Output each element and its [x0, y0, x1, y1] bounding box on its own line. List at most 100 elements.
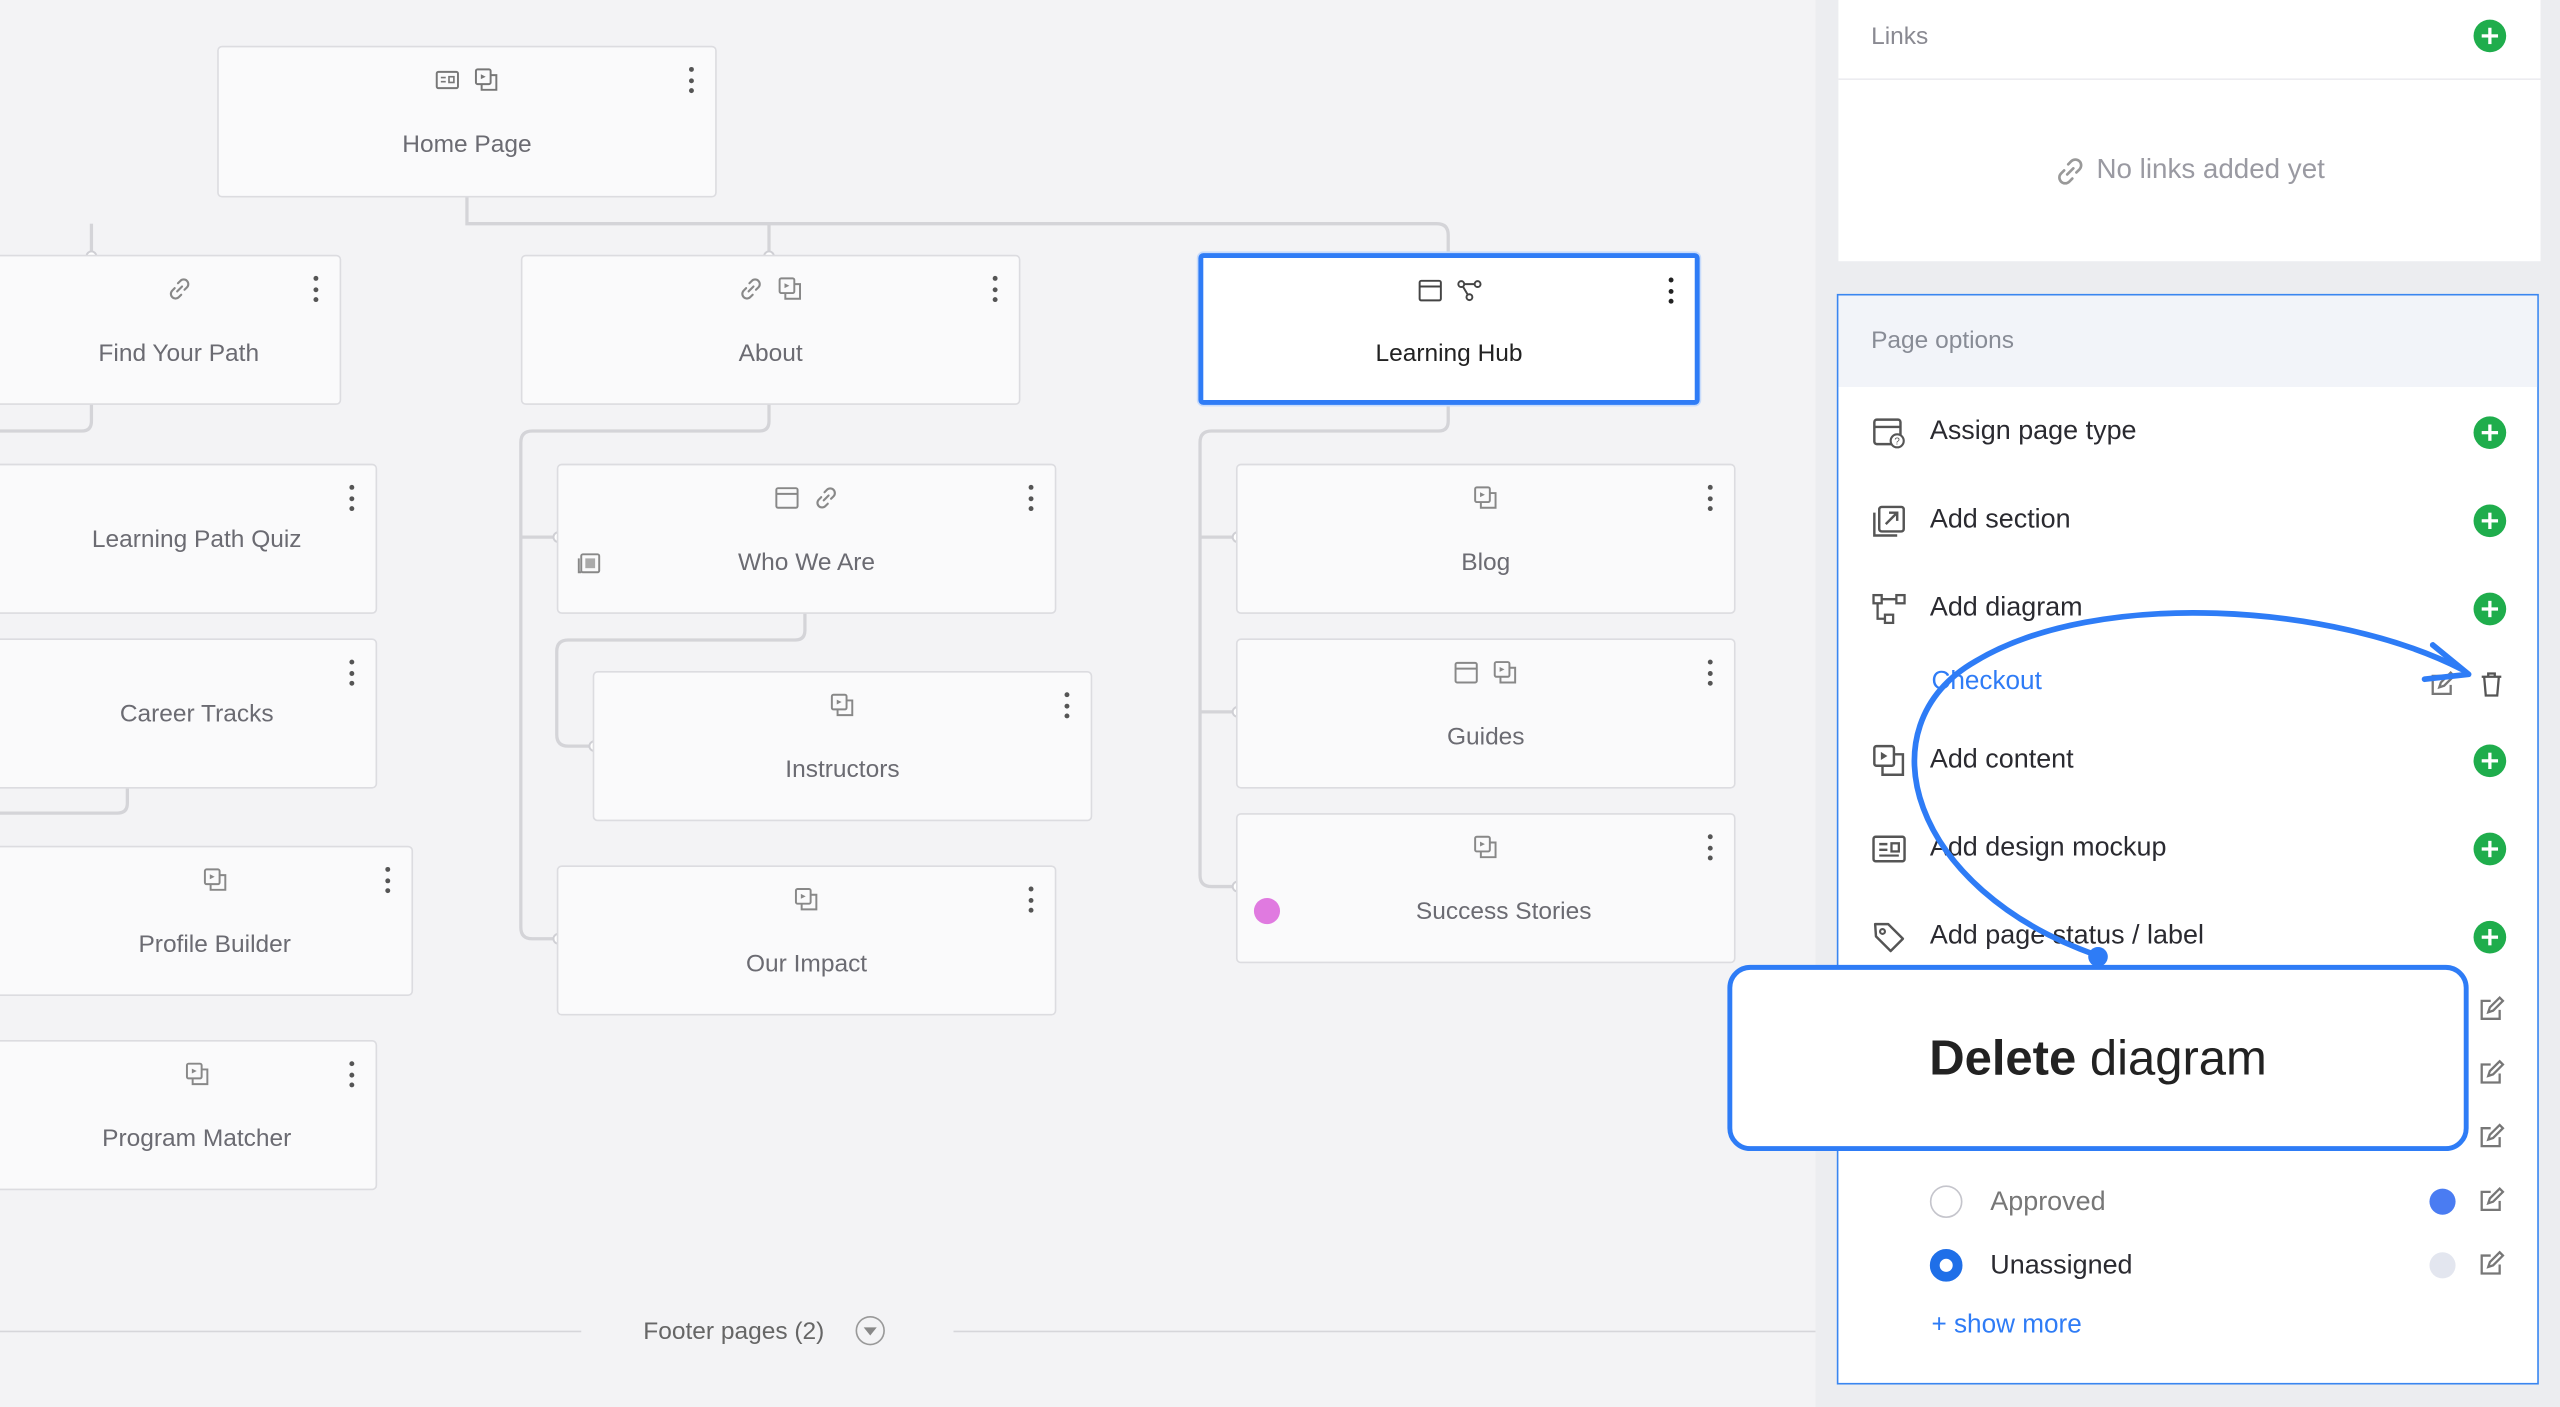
- card-icons: [1238, 660, 1734, 686]
- add-content-row[interactable]: Add content: [1838, 730, 2537, 789]
- add-button[interactable]: [2473, 504, 2507, 538]
- edit-icon[interactable]: [2477, 994, 2506, 1023]
- card-success-stories[interactable]: Success Stories: [1235, 813, 1736, 964]
- page-settings-panel: Links No links added yet Page options ? …: [1815, 0, 2560, 1407]
- card-learning-path-quiz[interactable]: Learning Path Quiz: [0, 463, 378, 614]
- card-who-we-are[interactable]: Who We Are: [556, 463, 1057, 614]
- svg-text:?: ?: [1894, 436, 1900, 447]
- add-design-mockup-row[interactable]: Add design mockup: [1838, 818, 2537, 877]
- callout-bold: Delete: [1929, 1031, 2077, 1086]
- add-button[interactable]: [2473, 416, 2507, 449]
- add-section-row[interactable]: Add section: [1838, 490, 2537, 549]
- edit-icon[interactable]: [2477, 1249, 2506, 1278]
- content-icon: [473, 67, 499, 93]
- content-icon: [1871, 743, 1907, 779]
- card-title: Learning Hub: [1375, 339, 1523, 368]
- add-button[interactable]: [2473, 592, 2507, 626]
- edit-icon[interactable]: [2428, 669, 2457, 698]
- footer-pages-label: Footer pages (2): [643, 1317, 825, 1346]
- card-title: Our Impact: [745, 950, 868, 978]
- footer-pages-toggle[interactable]: Footer pages (2): [0, 1313, 1816, 1352]
- trash-icon[interactable]: [2477, 669, 2506, 698]
- card-menu-icon[interactable]: [1701, 831, 1717, 864]
- page-options-title: Page options: [1871, 326, 2015, 355]
- divider: [953, 1330, 1816, 1333]
- links-empty-state: No links added yet: [1838, 153, 2540, 186]
- chevron-down-icon[interactable]: [855, 1315, 885, 1346]
- sitemap-canvas[interactable]: Home Page Find Your Path Learning Path Q…: [0, 0, 1816, 1407]
- card-menu-icon[interactable]: [1022, 482, 1038, 515]
- edit-icon[interactable]: [2477, 1185, 2506, 1214]
- add-button[interactable]: [2473, 832, 2507, 866]
- option-label: Assign page type: [1929, 416, 2137, 446]
- card-menu-icon[interactable]: [986, 273, 1002, 306]
- add-diagram-row[interactable]: Add diagram: [1838, 578, 2537, 637]
- card-menu-icon[interactable]: [343, 656, 359, 689]
- card-title: Home Page: [402, 130, 532, 159]
- show-more-link[interactable]: + show more: [1931, 1311, 2081, 1340]
- card-our-impact[interactable]: Our Impact: [556, 865, 1057, 1016]
- card-title: Success Stories: [1415, 897, 1592, 926]
- card-blog[interactable]: Blog: [1235, 463, 1736, 614]
- content-icon: [1473, 485, 1499, 511]
- card-icons: [558, 485, 1054, 511]
- mockup-icon: [434, 67, 460, 93]
- divider: [0, 1330, 582, 1333]
- add-button[interactable]: [2473, 744, 2507, 778]
- content-icon: [184, 1061, 210, 1087]
- card-title: Program Matcher: [102, 1124, 292, 1153]
- card-program-matcher[interactable]: Program Matcher: [0, 1040, 378, 1191]
- content-icon: [777, 276, 803, 302]
- card-instructors[interactable]: Instructors: [592, 671, 1093, 822]
- card-menu-icon[interactable]: [1662, 274, 1678, 307]
- card-icons: [1238, 834, 1734, 860]
- card-icons: [594, 692, 1090, 718]
- card-title: Guides: [1446, 723, 1525, 752]
- card-menu-icon[interactable]: [1022, 883, 1038, 916]
- card-menu-icon[interactable]: [682, 64, 698, 97]
- edit-icon[interactable]: [2477, 1122, 2506, 1151]
- content-icon: [793, 887, 819, 913]
- add-page-status-row[interactable]: Add page status / label: [1838, 906, 2537, 965]
- content-icon: [1492, 660, 1518, 686]
- card-about[interactable]: About: [520, 254, 1021, 405]
- card-icons: [522, 276, 1018, 302]
- card-learning-hub[interactable]: Learning Hub: [1198, 253, 1700, 405]
- delete-diagram-callout: Delete diagram: [1727, 964, 2469, 1152]
- card-menu-icon[interactable]: [343, 482, 359, 515]
- card-menu-icon[interactable]: [1058, 689, 1074, 722]
- card-career-tracks[interactable]: Career Tracks: [0, 638, 378, 789]
- card-menu-icon[interactable]: [379, 864, 395, 897]
- status-color-dot: [2429, 1188, 2456, 1215]
- edit-icon[interactable]: [2477, 1058, 2506, 1087]
- card-menu-icon[interactable]: [343, 1058, 359, 1091]
- page-type-icon: [774, 485, 800, 511]
- card-home-page[interactable]: Home Page: [217, 45, 717, 198]
- card-guides[interactable]: Guides: [1235, 638, 1736, 789]
- add-link-button[interactable]: [2473, 19, 2507, 53]
- content-icon: [1473, 834, 1499, 860]
- add-button[interactable]: [2473, 920, 2507, 954]
- card-icons: [1238, 485, 1734, 511]
- diagram-link-checkout[interactable]: Checkout: [1931, 668, 2041, 697]
- link-icon: [2054, 155, 2083, 185]
- card-find-your-path[interactable]: Find Your Path: [0, 254, 342, 405]
- links-section: Links No links added yet: [1838, 0, 2541, 262]
- tag-icon: [1871, 919, 1907, 955]
- option-label: Add design mockup: [1929, 832, 2167, 863]
- option-label: Add page status / label: [1929, 920, 2204, 951]
- card-menu-icon[interactable]: [1701, 482, 1717, 515]
- card-menu-icon[interactable]: [1701, 656, 1717, 689]
- links-header: Links: [1838, 0, 2541, 81]
- status-radio-approved[interactable]: [1929, 1185, 1963, 1218]
- assign-page-type-row[interactable]: ? Assign page type: [1838, 402, 2537, 461]
- link-icon: [813, 485, 839, 511]
- card-profile-builder[interactable]: Profile Builder: [0, 845, 414, 996]
- card-title: Profile Builder: [138, 930, 291, 959]
- status-color-dot: [2429, 1252, 2456, 1279]
- option-label: Add content: [1929, 744, 2074, 774]
- card-icons: [0, 867, 444, 893]
- card-menu-icon[interactable]: [307, 273, 323, 306]
- page-type-icon: [1453, 660, 1479, 686]
- status-radio-unassigned[interactable]: [1929, 1249, 1963, 1282]
